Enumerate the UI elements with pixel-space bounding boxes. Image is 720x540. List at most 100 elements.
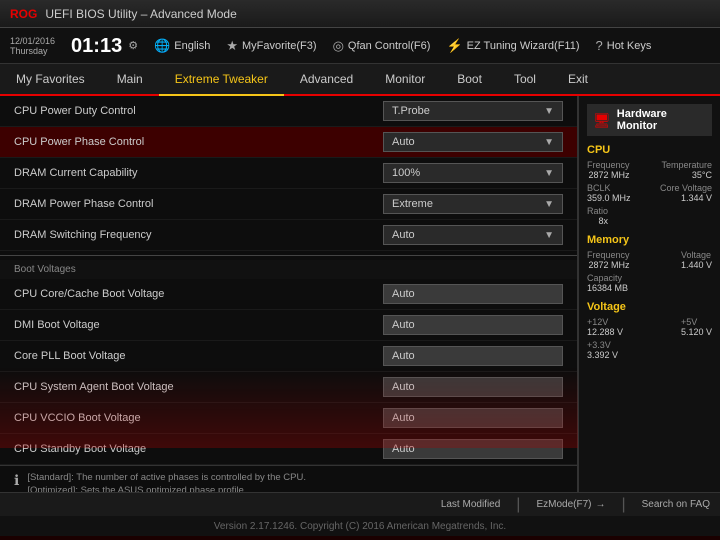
- info-eztuning[interactable]: ⚡ EZ Tuning Wizard(F11): [446, 38, 579, 54]
- hw-v33-key: +3.3V: [587, 340, 618, 350]
- ez-mode-item[interactable]: EzMode(F7) →: [536, 499, 605, 510]
- cpu-power-phase-dropdown[interactable]: Auto ▼: [383, 132, 563, 152]
- qfan-icon: ◎: [333, 38, 344, 54]
- cpu-power-duty-dropdown[interactable]: T.Probe ▼: [383, 101, 563, 121]
- hotkeys-icon: ?: [596, 38, 603, 53]
- hw-cpu-ratio: Ratio 8x: [587, 206, 712, 226]
- title-bar-text: UEFI BIOS Utility – Advanced Mode: [45, 7, 236, 21]
- section-divider-1: [0, 255, 577, 256]
- tab-exit[interactable]: Exit: [552, 64, 604, 94]
- cpu-sa-boot-input[interactable]: Auto: [383, 377, 563, 397]
- language-icon: 🌐: [154, 38, 170, 54]
- core-pll-boot-value: Auto: [383, 346, 563, 366]
- hw-voltage-section: Voltage +12V 12.288 V +5V 5.120 V +3.3V …: [587, 301, 712, 360]
- cpu-vccio-boot-value: Auto: [383, 408, 563, 428]
- core-pll-boot-input[interactable]: Auto: [383, 346, 563, 366]
- hw-mem-freq-key: Frequency: [587, 250, 630, 260]
- ez-mode-label: EzMode(F7): [536, 499, 591, 510]
- language-label: English: [174, 40, 210, 52]
- setting-cpu-sa-boot[interactable]: CPU System Agent Boot Voltage Auto: [0, 372, 577, 403]
- info-hotkeys[interactable]: ? Hot Keys: [596, 38, 652, 53]
- cpu-vccio-boot-label: CPU VCCIO Boot Voltage: [14, 412, 141, 424]
- hw-cpu-freq-key: Frequency: [587, 160, 630, 170]
- setting-cpu-vccio-boot[interactable]: CPU VCCIO Boot Voltage Auto: [0, 403, 577, 434]
- setting-cpu-power-duty[interactable]: CPU Power Duty Control T.Probe ▼: [0, 96, 577, 127]
- hw-mem-volt-key: Voltage: [681, 250, 712, 260]
- cpu-core-boot-label: CPU Core/Cache Boot Voltage: [14, 288, 164, 300]
- favorites-label: MyFavorite(F3): [242, 40, 317, 52]
- tab-boot[interactable]: Boot: [441, 64, 498, 94]
- info-line-1: [Standard]: The number of active phases …: [27, 472, 306, 483]
- dram-switching-value: Auto ▼: [383, 225, 563, 245]
- setting-dram-power-phase[interactable]: DRAM Power Phase Control Extreme ▼: [0, 189, 577, 220]
- hw-cpu-freq-val: 2872 MHz: [587, 170, 630, 180]
- setting-dram-current[interactable]: DRAM Current Capability 100% ▼: [0, 158, 577, 189]
- hw-v33-val: 3.392 V: [587, 350, 618, 360]
- hw-v5-val: 5.120 V: [681, 327, 712, 337]
- tab-main[interactable]: Main: [101, 64, 159, 94]
- cpu-power-duty-val-text: T.Probe: [392, 105, 430, 117]
- cpu-standby-boot-input[interactable]: Auto: [383, 439, 563, 459]
- search-faq-item[interactable]: Search on FAQ: [642, 499, 710, 510]
- setting-dram-switching[interactable]: DRAM Switching Frequency Auto ▼: [0, 220, 577, 251]
- hw-monitor-panel: 🖥 Hardware Monitor CPU Frequency 2872 MH…: [578, 96, 720, 492]
- hw-cpu-section: CPU Frequency 2872 MHz Temperature 35°C …: [587, 144, 712, 226]
- tab-monitor[interactable]: Monitor: [369, 64, 441, 94]
- ez-mode-icon: →: [595, 499, 605, 510]
- dram-power-phase-val-text: Extreme: [392, 198, 433, 210]
- qfan-label: Qfan Control(F6): [348, 40, 431, 52]
- hw-cpu-title: CPU: [587, 144, 712, 156]
- setting-cpu-core-boot[interactable]: CPU Core/Cache Boot Voltage Auto: [0, 279, 577, 310]
- cpu-vccio-boot-input[interactable]: Auto: [383, 408, 563, 428]
- footer-sep-1: |: [516, 496, 520, 514]
- cpu-core-boot-input[interactable]: Auto: [383, 284, 563, 304]
- cpu-standby-boot-value: Auto: [383, 439, 563, 459]
- favorites-icon: ★: [226, 38, 238, 54]
- hw-v12-val: 12.288 V: [587, 327, 623, 337]
- hw-bclk-val: 359.0 MHz: [587, 193, 631, 203]
- tab-my-favorites[interactable]: My Favorites: [0, 64, 101, 94]
- hw-mem-capacity: Capacity 16384 MB: [587, 273, 712, 293]
- hw-capacity-val: 16384 MB: [587, 283, 628, 293]
- hw-cpu-temp-key: Temperature: [661, 160, 712, 170]
- tab-advanced[interactable]: Advanced: [284, 64, 369, 94]
- dram-power-phase-value: Extreme ▼: [383, 194, 563, 214]
- title-bar: ROG UEFI BIOS Utility – Advanced Mode: [0, 0, 720, 28]
- setting-cpu-standby-boot[interactable]: CPU Standby Boot Voltage Auto: [0, 434, 577, 465]
- dram-power-phase-dropdown[interactable]: Extreme ▼: [383, 194, 563, 214]
- info-qfan[interactable]: ◎ Qfan Control(F6): [333, 38, 431, 54]
- info-text-bar: ℹ [Standard]: The number of active phase…: [0, 465, 577, 492]
- date-time-block: 12/01/2016 Thursday: [10, 36, 55, 56]
- settings-gear-icon[interactable]: ⚙: [128, 39, 138, 52]
- cpu-power-phase-value: Auto ▼: [383, 132, 563, 152]
- core-pll-boot-label: Core PLL Boot Voltage: [14, 350, 126, 362]
- time-wrapper: 01:13 ⚙: [71, 36, 138, 56]
- setting-dmi-boot[interactable]: DMI Boot Voltage Auto: [0, 310, 577, 341]
- hw-v5-key: +5V: [681, 317, 712, 327]
- dram-current-dropdown[interactable]: 100% ▼: [383, 163, 563, 183]
- hw-core-volt-key: Core Voltage: [660, 183, 712, 193]
- cpu-power-phase-val-text: Auto: [392, 136, 415, 148]
- dram-power-phase-label: DRAM Power Phase Control: [14, 198, 153, 210]
- dmi-boot-input[interactable]: Auto: [383, 315, 563, 335]
- setting-cpu-power-phase[interactable]: CPU Power Phase Control Auto ▼: [0, 127, 577, 158]
- hw-v12-key: +12V: [587, 317, 623, 327]
- tab-extreme-tweaker[interactable]: Extreme Tweaker: [159, 64, 284, 96]
- cpu-standby-boot-label: CPU Standby Boot Voltage: [14, 443, 146, 455]
- hw-voltage-title: Voltage: [587, 301, 712, 313]
- cpu-core-boot-value: Auto: [383, 284, 563, 304]
- setting-core-pll-boot[interactable]: Core PLL Boot Voltage Auto: [0, 341, 577, 372]
- hw-mem-volt-val: 1.440 V: [681, 260, 712, 270]
- hw-mem-freq-volt: Frequency 2872 MHz Voltage 1.440 V: [587, 250, 712, 270]
- tab-tool[interactable]: Tool: [498, 64, 552, 94]
- hw-monitor-title-bar: 🖥 Hardware Monitor: [587, 104, 712, 136]
- info-language[interactable]: 🌐 English: [154, 38, 210, 54]
- cpu-power-phase-label: CPU Power Phase Control: [14, 136, 144, 148]
- dram-current-value: 100% ▼: [383, 163, 563, 183]
- left-panel: CPU Power Duty Control T.Probe ▼ CPU Pow…: [0, 96, 578, 492]
- nav-tabs: My Favorites Main Extreme Tweaker Advanc…: [0, 64, 720, 96]
- info-myfavorites[interactable]: ★ MyFavorite(F3): [226, 38, 316, 54]
- cpu-power-duty-value: T.Probe ▼: [383, 101, 563, 121]
- dram-switching-dropdown[interactable]: Auto ▼: [383, 225, 563, 245]
- cpu-sa-boot-value: Auto: [383, 377, 563, 397]
